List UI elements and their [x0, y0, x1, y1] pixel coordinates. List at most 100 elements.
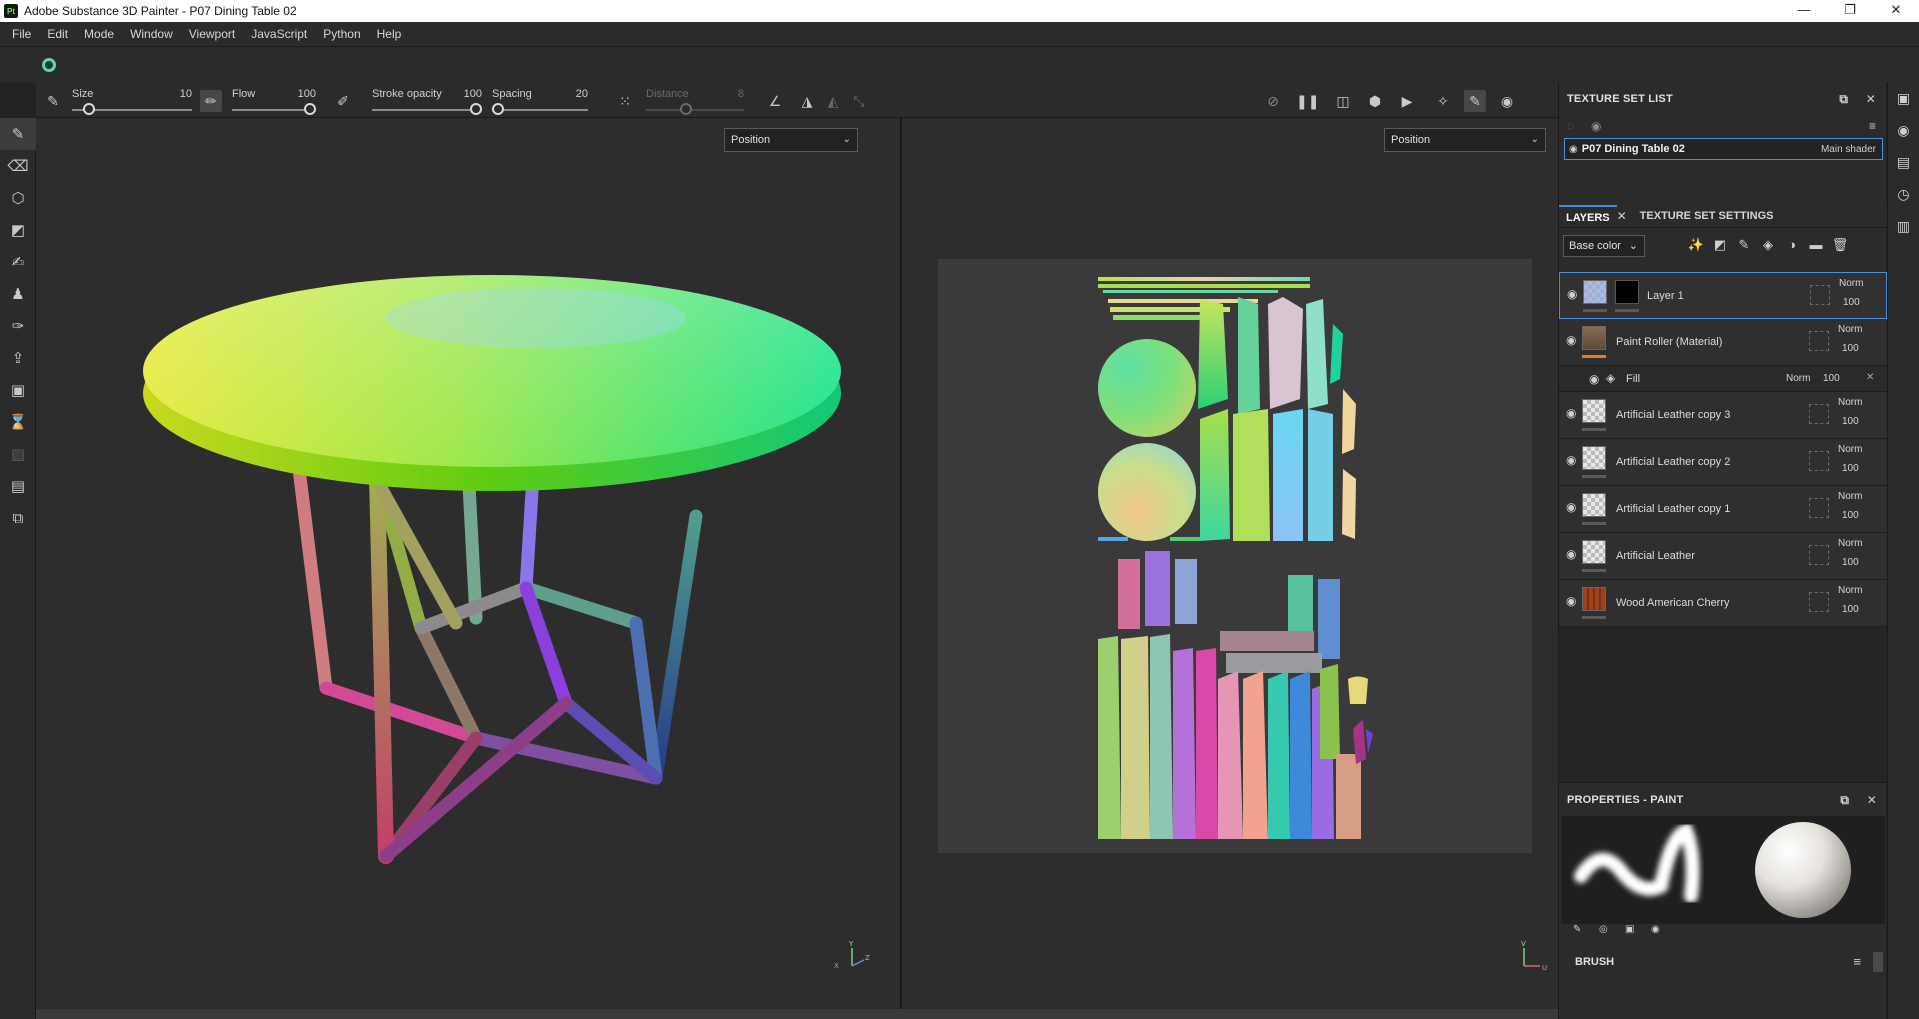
alpha-tab-icon[interactable]: ◎: [1599, 924, 1608, 935]
hide-icon[interactable]: ◌: [1567, 119, 1574, 133]
layer-opacity[interactable]: 100: [1842, 416, 1859, 427]
effect-opacity[interactable]: 100: [1823, 373, 1840, 384]
menu-file[interactable]: File: [4, 22, 39, 46]
line-tool-icon[interactable]: ⤡: [848, 90, 870, 112]
properties-scrollbar[interactable]: [1873, 952, 1883, 972]
layer-blend-mode[interactable]: Norm: [1838, 324, 1862, 335]
menu-mode[interactable]: Mode: [76, 22, 122, 46]
layer-mask-slot[interactable]: [1809, 404, 1829, 424]
layer-blend-mode[interactable]: Norm: [1838, 491, 1862, 502]
brush-preset-icon[interactable]: ✎: [42, 90, 64, 112]
size-knob[interactable]: [82, 103, 95, 115]
layer-row[interactable]: ◉ Layer 1 Norm 100: [1559, 272, 1887, 319]
layer-name[interactable]: Artificial Leather copy 3: [1616, 409, 1730, 421]
layer-mask-slot[interactable]: [1809, 498, 1829, 518]
layer-mask-slot[interactable]: [1810, 285, 1830, 305]
bake-icon[interactable]: ▣: [0, 374, 36, 406]
layer-mask-slot[interactable]: [1809, 592, 1829, 612]
texture-set-list-icon[interactable]: ▣: [1888, 82, 1919, 114]
spacing-value[interactable]: 20: [576, 88, 588, 100]
layer-row[interactable]: ◉ Artificial Leather copy 1 Norm 100: [1559, 486, 1887, 533]
lazy-mouse-icon[interactable]: ⁙: [614, 90, 636, 112]
menu-python[interactable]: Python: [315, 22, 368, 46]
layer-opacity[interactable]: 100: [1842, 604, 1859, 615]
camera-icon[interactable]: ▶: [1396, 90, 1418, 112]
spacing-slider[interactable]: Spacing 20: [492, 82, 588, 118]
stroke-opacity-value[interactable]: 100: [464, 88, 482, 100]
symmetry-icon[interactable]: ◮: [796, 90, 818, 112]
geometry-mask-icon[interactable]: ▨: [0, 438, 36, 470]
color-picker-icon[interactable]: ✑: [0, 310, 36, 342]
layer-mask-slot[interactable]: [1809, 331, 1829, 351]
minimize-button[interactable]: —: [1781, 0, 1827, 22]
layer-blend-mode[interactable]: Norm: [1838, 444, 1862, 455]
paint-mode-icon[interactable]: ✎: [1464, 90, 1486, 112]
channel-select[interactable]: Base color ⌄: [1563, 235, 1645, 257]
tab-layers[interactable]: LAYERS: [1559, 205, 1617, 227]
layer-opacity[interactable]: 100: [1842, 463, 1859, 474]
flow-slider[interactable]: Flow 100: [232, 82, 316, 118]
eye-icon[interactable]: ◉: [1566, 547, 1576, 561]
material-tab-icon[interactable]: ◉: [1651, 924, 1660, 935]
add-smart-material-icon[interactable]: ◑: [1783, 237, 1801, 255]
tab-texture-set-settings[interactable]: TEXTURE SET SETTINGS: [1633, 205, 1781, 227]
polygon-fill-icon[interactable]: ◩: [0, 214, 36, 246]
smudge-tool-icon[interactable]: ✍: [0, 246, 36, 278]
texture-set-item[interactable]: ◉ P07 Dining Table 02 Main shader: [1564, 138, 1883, 160]
split-view-icon[interactable]: ◫: [1332, 90, 1354, 112]
close-panel-icon[interactable]: ✕: [1866, 92, 1876, 106]
distance-value[interactable]: 8: [738, 88, 744, 100]
fill-effect-row[interactable]: ◉ ◈ Fill Norm 100 ✕: [1559, 366, 1887, 392]
layer-blend-mode[interactable]: Norm: [1838, 397, 1862, 408]
layer-row[interactable]: ◉ Wood American Cherry Norm 100: [1559, 580, 1887, 627]
layer-name[interactable]: Artificial Leather copy 2: [1616, 456, 1730, 468]
menu-icon[interactable]: ≡: [1869, 119, 1876, 133]
layer-mask-slot[interactable]: [1809, 451, 1829, 471]
layer-name[interactable]: Layer 1: [1647, 290, 1684, 302]
menu-icon[interactable]: ≡: [1853, 954, 1861, 969]
layer-name[interactable]: Paint Roller (Material): [1616, 336, 1722, 348]
effect-name[interactable]: Fill: [1626, 373, 1640, 385]
close-tab-icon[interactable]: ✕: [1617, 205, 1633, 227]
flow-value[interactable]: 100: [298, 88, 316, 100]
pressure-flow-icon[interactable]: ✐: [332, 90, 354, 112]
distance-track[interactable]: [646, 109, 744, 111]
remove-effect-icon[interactable]: ✕: [1866, 372, 1874, 383]
layer-opacity[interactable]: 100: [1842, 557, 1859, 568]
add-mask-icon[interactable]: ◩: [1711, 237, 1729, 255]
stroke-opacity-slider[interactable]: Stroke opacity 100: [372, 82, 482, 118]
size-slider[interactable]: Size 10: [72, 82, 192, 118]
measure-icon[interactable]: ⌛: [0, 406, 36, 438]
eye-icon[interactable]: ◉: [1567, 287, 1577, 301]
layer-opacity[interactable]: 100: [1842, 343, 1859, 354]
close-panel-icon[interactable]: ✕: [1867, 793, 1877, 807]
eye-icon[interactable]: ◉: [1566, 453, 1576, 467]
angle-icon[interactable]: ∠: [764, 90, 786, 112]
display-settings-icon[interactable]: ◉: [1888, 114, 1919, 146]
add-paint-layer-icon[interactable]: ✎: [1735, 237, 1753, 255]
menu-window[interactable]: Window: [122, 22, 181, 46]
shader-settings-icon[interactable]: ⧉: [0, 502, 36, 534]
eye-icon[interactable]: ◉: [1566, 594, 1576, 608]
add-effect-icon[interactable]: ✨: [1687, 237, 1705, 255]
layer-name[interactable]: Wood American Cherry: [1616, 597, 1730, 609]
history-icon[interactable]: ◷: [1888, 178, 1919, 210]
eye-icon[interactable]: ◉: [1566, 333, 1576, 347]
flow-knob[interactable]: [304, 103, 316, 115]
eye-icon[interactable]: ◉: [1566, 406, 1576, 420]
spacing-track[interactable]: [492, 109, 588, 111]
add-fill-layer-icon[interactable]: ◈: [1759, 237, 1777, 255]
layer-blend-mode[interactable]: Norm: [1839, 278, 1863, 289]
eraser-tool-icon[interactable]: ⌫: [0, 150, 36, 182]
brush-tab-icon[interactable]: ✎: [1573, 924, 1581, 935]
export-icon[interactable]: ⇪: [0, 342, 36, 374]
layer-opacity[interactable]: 100: [1842, 510, 1859, 521]
effect-blend-mode[interactable]: Norm: [1786, 373, 1810, 384]
stroke-opacity-knob[interactable]: [470, 103, 482, 115]
pressure-size-icon[interactable]: ✏: [200, 90, 222, 112]
undock-icon[interactable]: ⧉: [1839, 92, 1848, 106]
layer-mask-slot[interactable]: [1809, 545, 1829, 565]
viewport-2d-mode-select[interactable]: Position ⌄: [1384, 128, 1546, 152]
menu-help[interactable]: Help: [369, 22, 410, 46]
layer-row[interactable]: ◉ Paint Roller (Material) Norm 100: [1559, 319, 1887, 366]
